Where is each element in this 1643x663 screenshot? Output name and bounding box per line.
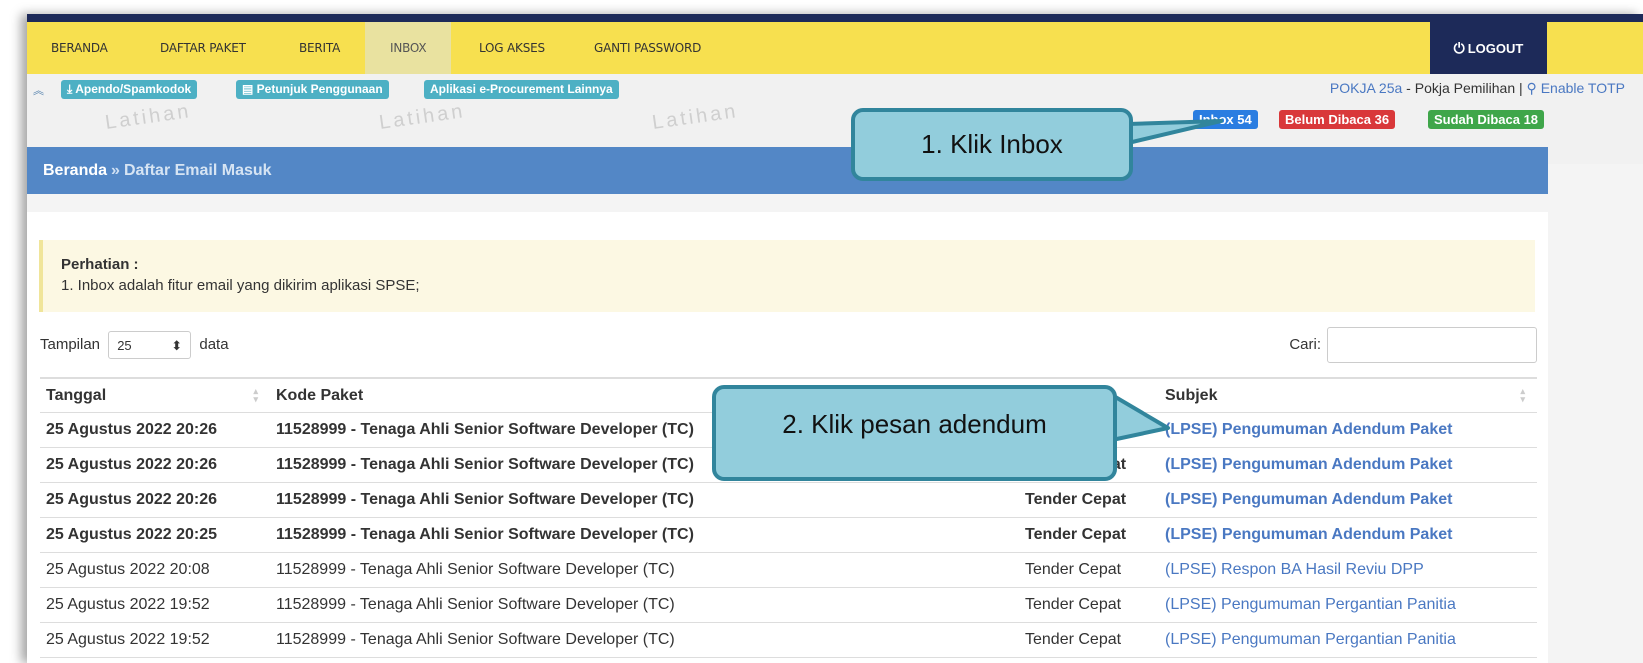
nav-inbox[interactable]: INBOX (365, 22, 452, 74)
logout-button[interactable]: ⏻ LOGOUT (1430, 22, 1547, 74)
top-accent-bar (27, 14, 1643, 22)
enable-totp-link[interactable]: ⚲ Enable TOTP (1527, 80, 1625, 96)
search-control: Cari: (1289, 327, 1537, 363)
breadcrumb: Beranda» Daftar Email Masuk (27, 147, 1548, 194)
cell-tanggal: 25 Agustus 2022 20:26 (40, 447, 270, 483)
nav-berita[interactable]: BERITA (299, 22, 340, 74)
column-header-subjek[interactable]: Subjek ▴ ▾ (1159, 377, 1537, 413)
cell-subjek[interactable]: (LPSE) Respon BA Hasil Reviu DPP (1159, 552, 1537, 588)
page-length-control: Tampilan 25 ⬍ data (40, 331, 229, 359)
table-row[interactable]: 25 Agustus 2022 20:26 11528999 - Tenaga A… (40, 482, 1537, 518)
inbox-badge[interactable]: Inbox 54 (1193, 110, 1258, 129)
nav-beranda[interactable]: BERANDA (51, 22, 108, 74)
notice-title: Perhatian : (61, 256, 139, 273)
collapse-chevron-icon[interactable]: ︽ (33, 82, 44, 98)
cell-tanggal: 25 Agustus 2022 20:26 (40, 482, 270, 518)
cell-jenis: Tender Cepat (1019, 552, 1159, 588)
breadcrumb-home[interactable]: Beranda (43, 162, 107, 179)
cell-kode-paket: 11528999 - Tenaga Ahli Senior Software D… (270, 587, 1019, 623)
petunjuk-button[interactable]: ▤ Petunjuk Penggunaan (236, 80, 389, 99)
select-arrows-icon: ⬍ (171, 338, 183, 353)
nav-log-akses[interactable]: LOG AKSES (479, 22, 545, 74)
aplikasi-button[interactable]: Aplikasi e-Procurement Lainnya (424, 80, 619, 99)
table-row[interactable]: 25 Agustus 2022 20:08 11528999 - Tenaga A… (40, 552, 1537, 588)
power-icon: ⏻ (1453, 40, 1465, 56)
length-prefix: Tampilan (40, 335, 101, 353)
table-row[interactable]: 25 Agustus 2022 19:52 11528999 - Tenaga A… (40, 622, 1537, 658)
cell-kode-paket: 11528999 - Tenaga Ahli Senior Software D… (270, 622, 1019, 658)
breadcrumb-current: Daftar Email Masuk (123, 162, 272, 179)
table-row[interactable]: 25 Agustus 2022 19:52 11528999 - Tenaga A… (40, 587, 1537, 623)
sort-icon: ▴ ▾ (253, 386, 258, 404)
user-link[interactable]: POKJA 25a (1330, 80, 1402, 96)
search-label: Cari: (1289, 335, 1321, 353)
page-length-value: 25 (117, 338, 132, 353)
cell-tanggal: 25 Agustus 2022 20:26 (40, 412, 270, 448)
notice-box: Perhatian : 1. Inbox adalah fitur email … (39, 240, 1535, 312)
search-input[interactable] (1327, 327, 1537, 363)
cell-jenis: Tender Cepat (1019, 482, 1159, 518)
cell-tanggal: 25 Agustus 2022 20:08 (40, 552, 270, 588)
page-length-select[interactable]: 25 ⬍ (108, 331, 192, 359)
callout-klik-adendum: 2. Klik pesan adendum (712, 385, 1117, 481)
unread-badge[interactable]: Belum Dibaca 36 (1279, 110, 1396, 129)
cell-kode-paket: 11528999 - Tenaga Ahli Senior Software D… (270, 517, 1019, 553)
cell-subjek[interactable]: (LPSE) Pengumuman Pergantian Panitia (1159, 622, 1537, 658)
sort-icon: ▴ ▾ (1520, 386, 1525, 404)
cell-tanggal: 25 Agustus 2022 19:52 (40, 622, 270, 658)
notice-text: 1. Inbox adalah fitur email yang dikirim… (61, 277, 420, 294)
cell-subjek[interactable]: (LPSE) Pengumuman Pergantian Panitia (1159, 587, 1537, 623)
cell-tanggal: 25 Agustus 2022 19:52 (40, 587, 270, 623)
breadcrumb-separator: » (111, 162, 120, 179)
header-label: Subjek (1165, 386, 1218, 404)
read-badge[interactable]: Sudah Dibaca 18 (1428, 110, 1545, 129)
cell-subjek[interactable]: (LPSE) Pengumuman Adendum Paket (1159, 447, 1537, 483)
column-header-tanggal[interactable]: Tanggal ▴ ▾ (40, 377, 270, 413)
length-suffix: data (199, 335, 229, 353)
cell-subjek[interactable]: (LPSE) Pengumuman Adendum Paket (1159, 517, 1537, 553)
cell-subjek[interactable]: (LPSE) Pengumuman Adendum Paket (1159, 482, 1537, 518)
main-navbar: BERANDA DAFTAR PAKET BERITA INBOX LOG AKSES G… (27, 22, 1643, 74)
user-role: - Pokja Pemilihan | (1402, 80, 1527, 96)
cell-kode-paket: 11528999 - Tenaga Ahli Senior Software D… (270, 482, 1019, 518)
cell-jenis: Tender Cepat (1019, 622, 1159, 658)
table-row[interactable]: 25 Agustus 2022 20:25 11528999 - Tenaga A… (40, 517, 1537, 553)
header-label: Tanggal (46, 386, 107, 404)
callout-klik-inbox: 1. Klik Inbox (851, 108, 1133, 181)
cell-kode-paket: 11528999 - Tenaga Ahli Senior Software D… (270, 552, 1019, 588)
cell-subjek[interactable]: (LPSE) Pengumuman Adendum Paket (1159, 412, 1537, 448)
cell-tanggal: 25 Agustus 2022 20:25 (40, 517, 270, 553)
nav-ganti-password[interactable]: GANTI PASSWORD (594, 22, 701, 74)
header-label: Kode Paket (276, 386, 364, 404)
browser-frame: BERANDA DAFTAR PAKET BERITA INBOX LOG AKSES G… (27, 14, 1643, 663)
apendo-button[interactable]: ⤓ Apendo/Spamkodok (61, 80, 198, 99)
cell-jenis: Tender Cepat (1019, 517, 1159, 553)
user-info: POKJA 25a - Pokja Pemilihan | ⚲ Enable T… (1330, 80, 1625, 97)
nav-daftar-paket[interactable]: DAFTAR PAKET (160, 22, 246, 74)
cell-jenis: Tender Cepat (1019, 587, 1159, 623)
